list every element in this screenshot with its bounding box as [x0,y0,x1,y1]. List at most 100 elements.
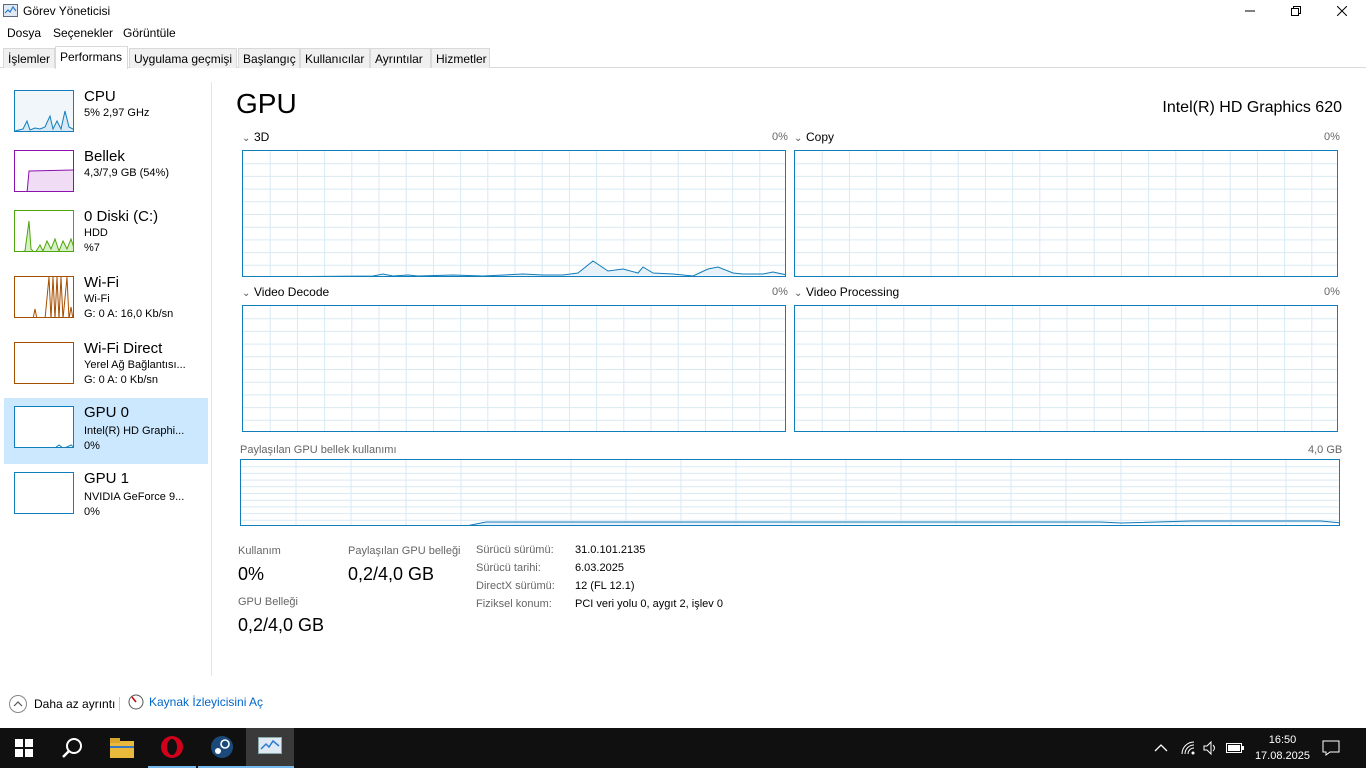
graph-video-decode [242,305,786,432]
battery-icon [1226,743,1244,753]
physical-location-value: PCI veri yolu 0, aygıt 2, işlev 0 [575,598,723,610]
shared-memory-label: Paylaşılan GPU bellek kullanımı [240,444,397,456]
wifi-thumbnail-graph [14,276,74,318]
title-bar: Görev Yöneticisi [0,0,1366,22]
close-icon [1337,6,1347,16]
footer-divider [119,697,120,711]
gpu-memory-value: 0,2/4,0 GB [238,615,325,635]
driver-date-value: 6.03.2025 [575,562,624,574]
driver-version-key: Sürücü sürümü: [476,544,554,556]
menu-bar: Dosya Seçenekler Görüntüle [0,22,1366,42]
minimize-button[interactable] [1227,0,1273,22]
grid-copy [795,151,1337,276]
minimize-icon [1245,10,1255,12]
gpu-device-name: Intel(R) HD Graphics 620 [1162,99,1342,116]
tab-performance[interactable]: Performans [55,46,128,69]
cpu-thumbnail-graph [14,90,74,132]
start-button[interactable] [0,728,48,768]
tab-processes[interactable]: İşlemler [3,48,55,68]
gpu-detail-panel: GPU Intel(R) HD Graphics 620 ⌄ 3D 0% ⌄ Cop… [212,82,1366,676]
engine-label: Video Decode [254,285,330,299]
battery-button[interactable] [1226,728,1244,768]
sidebar-item-detail: NVIDIA GeForce 9... [84,491,185,503]
directx-version-value: 12 (FL 12.1) [575,580,635,592]
sidebar-item-wifi-direct[interactable]: Wi-Fi Direct Yerel Ağ Bağlantısı... G: 0… [4,334,208,400]
clock-date: 17.08.2025 [1254,750,1310,762]
fewer-details-label: Daha az ayrıntı [34,697,116,711]
open-resource-monitor-link[interactable]: Kaynak İzleyicisini Aç [128,694,263,710]
clock-time: 16:50 [1268,734,1297,746]
shared-gpu-memory-value: 0,2/4,0 GB [348,564,435,584]
engine-selector-copy[interactable]: ⌄ Copy [794,130,834,144]
engine-selector-video-decode[interactable]: ⌄ Video Decode [242,285,329,299]
sidebar-item-disk[interactable]: 0 Diski (C:) HDD %7 [4,202,208,268]
menu-file[interactable]: Dosya [7,26,41,40]
chevron-down-icon: ⌄ [794,133,803,144]
sidebar-item-cpu[interactable]: CPU 5% 2,97 GHz [4,82,208,148]
sidebar-item-detail: Intel(R) HD Graphi... [84,425,185,437]
chevron-down-icon: ⌄ [242,288,251,299]
driver-version-value: 31.0.101.2135 [575,544,646,556]
window-title: Görev Yöneticisi [23,4,111,18]
steam-button[interactable] [198,728,246,768]
engine-selector-video-processing[interactable]: ⌄ Video Processing [794,285,899,299]
sidebar-item-detail: HDD [84,227,108,239]
tab-app-history[interactable]: Uygulama geçmişi [129,48,237,68]
engine-label: Video Processing [806,285,900,299]
disk-thumbnail-graph [14,210,74,252]
engine-label: 3D [254,130,270,144]
shared-memory-max: 4,0 GB [1308,444,1343,456]
close-button[interactable] [1319,0,1365,22]
tab-details[interactable]: Ayrıntılar [370,48,431,68]
engine-max-pct: 0% [772,131,788,143]
gpu0-thumbnail-graph [14,406,74,448]
trace-3d [307,260,785,276]
sidebar-item-label: GPU 1 [84,470,130,487]
search-button[interactable] [48,728,96,768]
usage-value: 0% [238,564,265,584]
sidebar-item-label: GPU 0 [84,404,130,421]
physical-location-key: Fiziksel konum: [476,598,552,610]
notifications-button[interactable] [1322,728,1340,768]
network-button[interactable] [1180,728,1196,768]
tab-startup[interactable]: Başlangıç [238,48,300,68]
opera-button[interactable] [148,728,196,768]
task-manager-icon [3,4,18,17]
graph-video-processing [794,305,1338,432]
tab-users[interactable]: Kullanıcılar [300,48,370,68]
restore-icon [1291,6,1301,16]
fewer-details-button[interactable]: Daha az ayrıntı [8,694,115,714]
memory-thumbnail-graph [14,150,74,192]
windows-logo-icon [15,739,33,757]
folder-icon [110,738,134,758]
taskbar: 16:50 17.08.2025 [0,728,1366,768]
show-hidden-icons-button[interactable] [1154,728,1168,768]
tab-services[interactable]: Hizmetler [431,48,490,68]
engine-selector-3d[interactable]: ⌄ 3D [242,130,269,144]
wifi-direct-thumbnail-graph [14,342,74,384]
volume-button[interactable] [1202,728,1218,768]
taskbar-clock[interactable]: 16:50 17.08.2025 [1255,732,1310,764]
sidebar-item-gpu1[interactable]: GPU 1 NVIDIA GeForce 9... 0% [4,464,208,530]
maximize-button[interactable] [1273,0,1319,22]
tab-strip: İşlemler Performans Uygulama geçmişi Baş… [0,46,1366,69]
sidebar-item-memory[interactable]: Bellek 4,3/7,9 GB (54%) [4,142,208,208]
usage-label: Kullanım [238,545,281,557]
footer-bar: Daha az ayrıntı Kaynak İzleyicisini Aç [0,690,1366,718]
shared-gpu-memory-label: Paylaşılan GPU belleği [348,545,461,557]
sidebar-item-detail-2: G: 0 A: 16,0 Kb/sn [84,308,174,320]
sidebar-item-detail-2: 0% [84,440,100,452]
menu-options[interactable]: Seçenekler [53,26,113,40]
sidebar-item-label: CPU [84,88,116,105]
sidebar-item-wifi[interactable]: Wi-Fi Wi-Fi G: 0 A: 16,0 Kb/sn [4,268,208,334]
file-explorer-button[interactable] [98,728,146,768]
grid-video-processing [795,306,1337,431]
sidebar-item-detail-2: G: 0 A: 0 Kb/sn [84,374,158,386]
directx-version-key: DirectX sürümü: [476,580,555,592]
sidebar-item-gpu0[interactable]: GPU 0 Intel(R) HD Graphi... 0% [4,398,208,464]
sidebar-item-label: 0 Diski (C:) [84,208,159,225]
menu-view[interactable]: Görüntüle [123,26,176,40]
sidebar-item-detail: 5% 2,97 GHz [84,107,150,119]
engine-max-pct: 0% [772,286,788,298]
task-manager-taskbar-button[interactable] [246,728,294,768]
